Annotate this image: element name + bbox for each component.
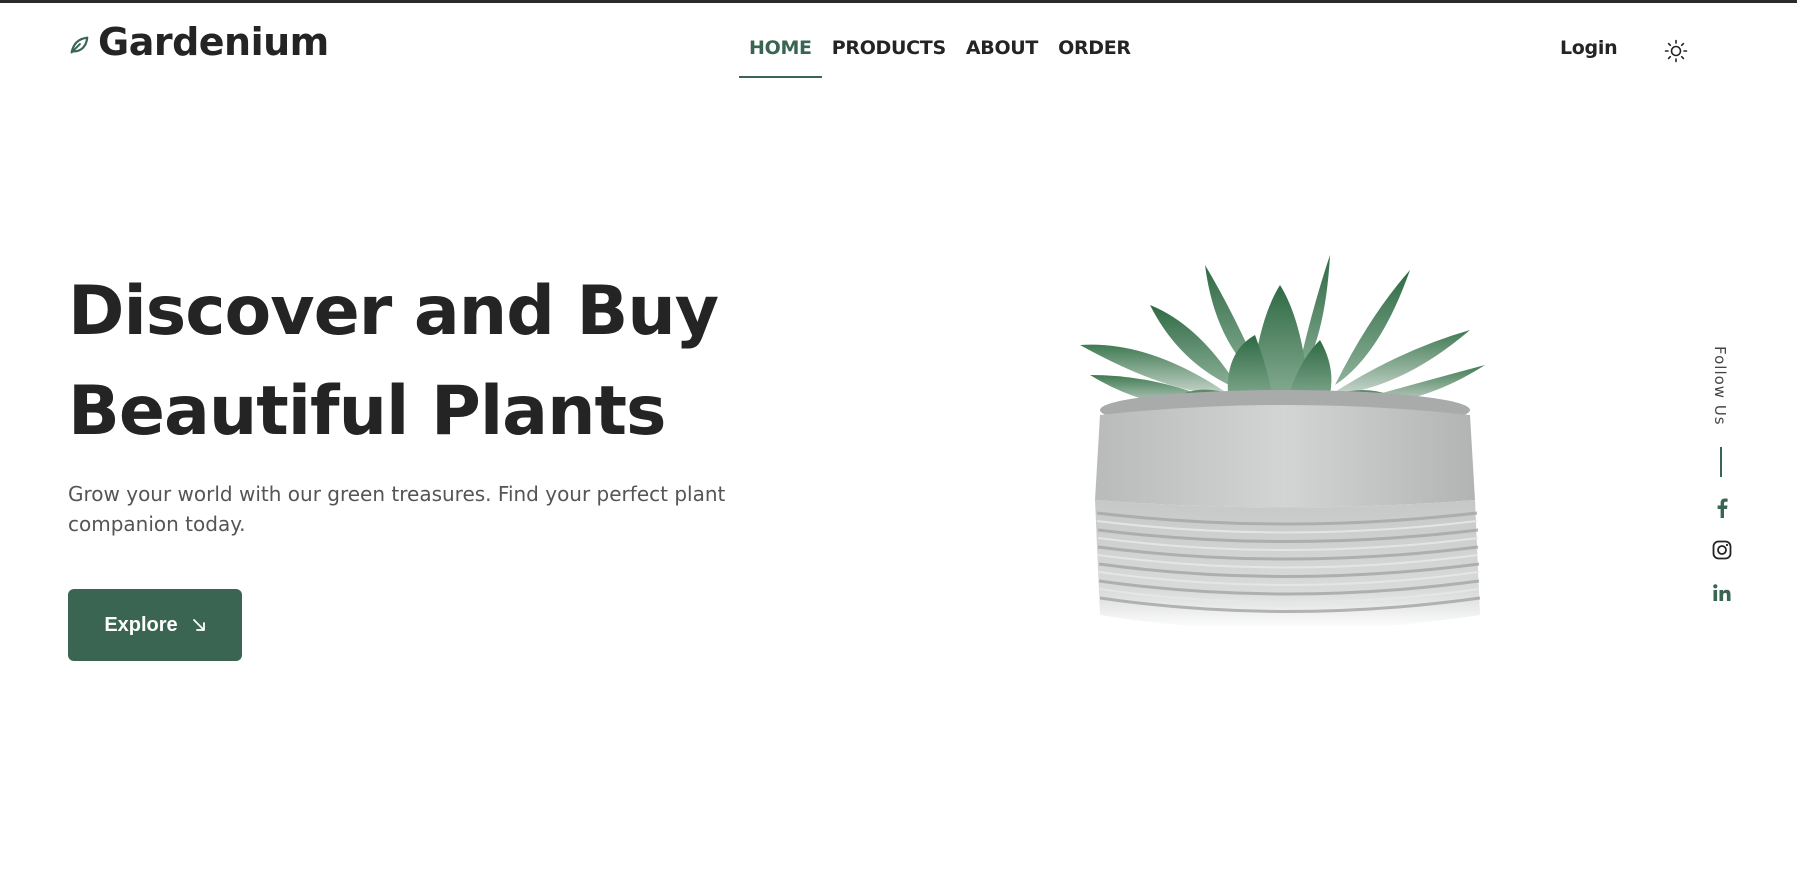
leaf-icon <box>70 36 89 54</box>
nav-item-home[interactable]: HOME <box>739 21 822 78</box>
nav-item-order[interactable]: ORDER <box>1048 21 1141 78</box>
linkedin-icon[interactable] <box>1710 581 1734 605</box>
hero-subtitle: Grow your world with our green treasures… <box>68 482 726 536</box>
arrow-down-right-icon <box>192 619 205 631</box>
nav-item-products[interactable]: PRODUCTS <box>822 21 956 78</box>
logo[interactable]: Gardenium <box>68 23 329 61</box>
login-button[interactable]: Login <box>1560 37 1618 59</box>
facebook-icon[interactable] <box>1710 496 1734 520</box>
hero-title: Discover and Buy Beautiful Plants <box>68 262 828 462</box>
hero-title-line-1: Discover and Buy <box>68 272 719 351</box>
explore-button[interactable]: Explore <box>68 589 242 661</box>
follow-us-label: Follow Us <box>1711 346 1729 426</box>
site-header: Gardenium HOME PRODUCTS ABOUT ORDER Logi… <box>0 3 1797 78</box>
explore-button-label: Explore <box>104 613 178 636</box>
sun-icon[interactable] <box>1664 39 1688 63</box>
brand-name: Gardenium <box>98 20 329 64</box>
hero-title-line-2: Beautiful Plants <box>68 372 666 451</box>
main-nav: HOME PRODUCTS ABOUT ORDER <box>739 21 1141 78</box>
instagram-icon[interactable] <box>1710 538 1734 562</box>
potted-succulent-image <box>1080 255 1500 675</box>
nav-item-about[interactable]: ABOUT <box>956 21 1048 78</box>
follow-divider <box>1720 447 1722 477</box>
